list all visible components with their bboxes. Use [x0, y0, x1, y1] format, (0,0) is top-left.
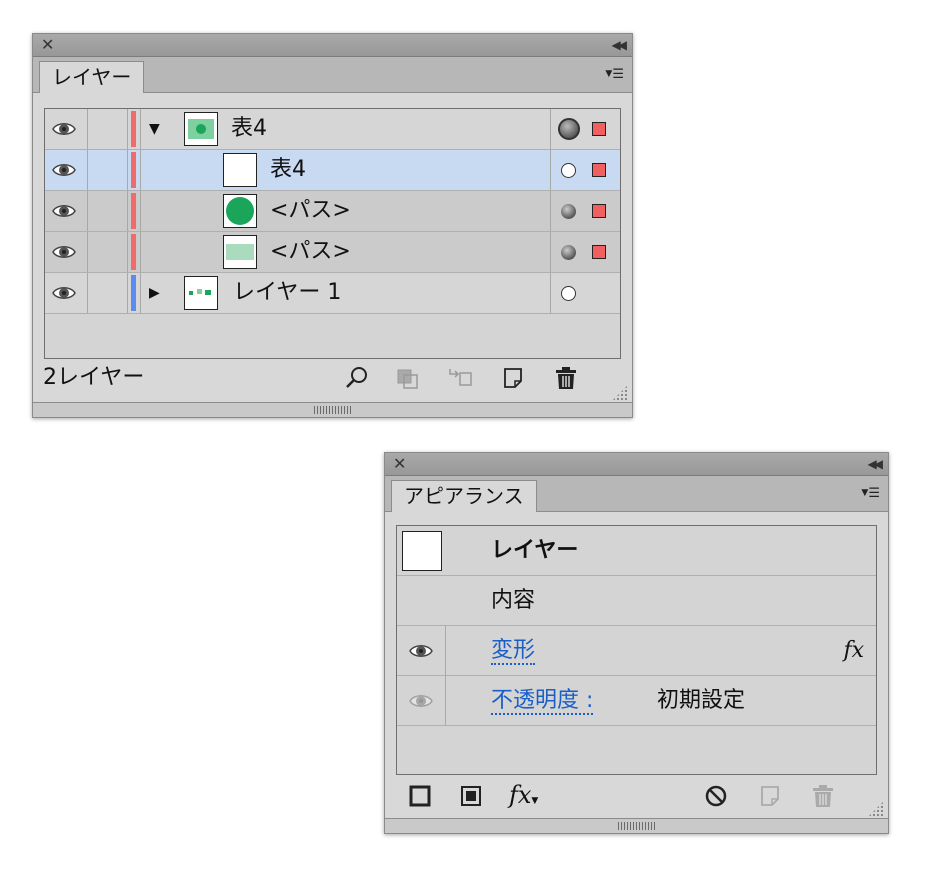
layer-name[interactable]: <パス>: [270, 191, 351, 231]
eye-icon[interactable]: [52, 240, 76, 264]
fx-icon[interactable]: fx: [843, 626, 864, 676]
layer-row[interactable]: <パス>: [45, 191, 620, 232]
appearance-target-label: レイヤー: [491, 538, 579, 563]
trash-icon[interactable]: [553, 365, 579, 391]
layer-thumbnail: [184, 276, 218, 310]
selection-square-icon[interactable]: [592, 204, 606, 218]
expand-triangle-icon[interactable]: ▼: [149, 109, 160, 149]
layers-titlebar[interactable]: ✕ ◀◀: [33, 34, 632, 57]
layers-footer: 2レイヤー: [33, 361, 632, 397]
make-clipping-mask-icon[interactable]: [395, 365, 421, 391]
eye-icon[interactable]: [52, 281, 76, 305]
layer-thumbnail: [223, 235, 257, 269]
layer-thumbnail: [184, 112, 218, 146]
new-layer-icon[interactable]: [500, 365, 526, 391]
appearance-header-row: レイヤー: [397, 526, 876, 576]
layer-name[interactable]: 表4: [231, 109, 267, 149]
layer-color-bar: [131, 275, 136, 311]
target-circle-icon[interactable]: [561, 286, 576, 301]
close-icon[interactable]: ✕: [393, 454, 406, 474]
layer-row[interactable]: ▶ レイヤー 1: [45, 273, 620, 314]
layer-color-bar: [131, 152, 136, 188]
layer-color-bar: [131, 111, 136, 147]
layer-color-bar: [131, 193, 136, 229]
layer-row[interactable]: <パス>: [45, 232, 620, 273]
layers-list: ▼ 表4 表4 <パス> <パス> ▶ レイヤー 1: [44, 108, 621, 359]
fx-menu-icon[interactable]: fx▼: [509, 779, 538, 817]
clear-appearance-icon[interactable]: [703, 783, 729, 809]
layers-tabstrip: レイヤー ▼☰: [33, 57, 632, 93]
layer-thumbnail: [223, 194, 257, 228]
panel-resize-bar[interactable]: [385, 818, 888, 833]
layers-panel: ✕ ◀◀ レイヤー ▼☰ ▼ 表4 表4 <パス> <パス> ▶ レイヤー 1 …: [32, 33, 633, 418]
appearance-footer: fx▼: [385, 779, 888, 815]
opacity-link-wrap[interactable]: 不透明度 :: [491, 676, 594, 726]
layer-name[interactable]: レイヤー 1: [233, 273, 341, 313]
panel-resize-bar[interactable]: [33, 402, 632, 417]
layer-color-bar: [131, 234, 136, 270]
layer-row[interactable]: 表4: [45, 150, 620, 191]
close-icon[interactable]: ✕: [41, 35, 54, 55]
create-sublayer-icon[interactable]: [447, 365, 473, 391]
eye-icon[interactable]: [409, 639, 433, 663]
appearance-opacity-row[interactable]: 不透明度 : 初期設定: [397, 676, 876, 726]
add-stroke-icon[interactable]: [407, 783, 433, 809]
appearance-contents-row[interactable]: 内容: [397, 576, 876, 626]
appearance-list: レイヤー 内容 変形 fx 不透明度 : 初期設定: [396, 525, 877, 775]
panel-menu-icon[interactable]: ▼☰: [861, 486, 880, 501]
selection-square-icon[interactable]: [592, 163, 606, 177]
duplicate-item-icon[interactable]: [757, 783, 783, 809]
tab-layers[interactable]: レイヤー: [39, 61, 145, 93]
contents-label[interactable]: 内容: [491, 576, 535, 626]
add-fill-icon[interactable]: [458, 783, 484, 809]
opacity-value: 初期設定: [657, 688, 746, 713]
selection-square-icon[interactable]: [592, 245, 606, 259]
appearance-titlebar[interactable]: ✕ ◀◀: [385, 453, 888, 476]
layer-name[interactable]: <パス>: [270, 232, 351, 272]
trash-icon[interactable]: [810, 783, 836, 809]
transform-label[interactable]: 変形: [491, 639, 536, 665]
layer-row[interactable]: ▼ 表4: [45, 109, 620, 150]
collapse-icon[interactable]: ◀◀: [868, 455, 884, 473]
selection-square-icon[interactable]: [592, 122, 606, 136]
collapse-icon[interactable]: ◀◀: [612, 36, 628, 54]
appearance-panel: ✕ ◀◀ アピアランス ▼☰ レイヤー 内容 変形 fx 不透明度 : 初期設定…: [384, 452, 889, 834]
layer-thumbnail: [223, 153, 257, 187]
eye-icon[interactable]: [52, 158, 76, 182]
target-appearance-icon[interactable]: [561, 245, 576, 260]
target-appearance-icon[interactable]: [561, 204, 576, 219]
layer-count: 2レイヤー: [43, 365, 145, 390]
opacity-label[interactable]: 不透明度 :: [491, 689, 594, 715]
eye-icon[interactable]: [52, 199, 76, 223]
appearance-transform-row[interactable]: 変形 fx: [397, 626, 876, 676]
search-icon[interactable]: [344, 365, 370, 391]
expand-triangle-icon[interactable]: ▶: [149, 273, 160, 313]
panel-menu-icon[interactable]: ▼☰: [605, 67, 624, 82]
transform-effect-link[interactable]: 変形: [491, 626, 536, 676]
layer-name[interactable]: 表4: [270, 150, 306, 190]
eye-icon-disabled[interactable]: [409, 689, 433, 713]
target-appearance-icon[interactable]: [558, 118, 580, 140]
tab-appearance[interactable]: アピアランス: [391, 480, 537, 512]
appearance-tabstrip: アピアランス ▼☰: [385, 476, 888, 512]
eye-icon[interactable]: [52, 117, 76, 141]
appearance-thumbnail: [402, 531, 442, 571]
target-circle-icon[interactable]: [561, 163, 576, 178]
